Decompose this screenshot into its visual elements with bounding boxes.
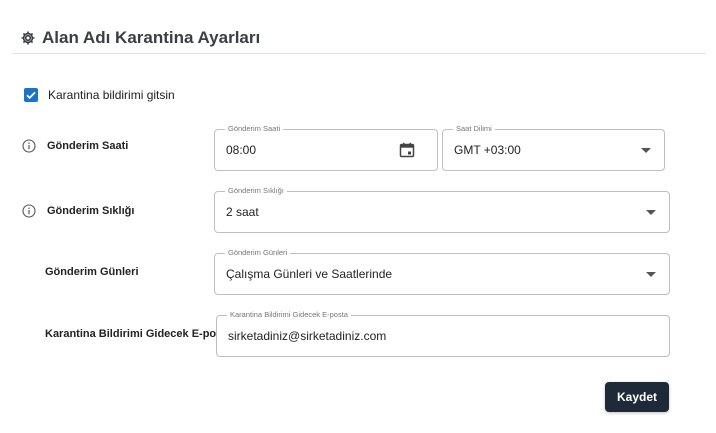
send-time-legend: Gönderim Saati: [225, 124, 284, 134]
quarantine-notify-label: Karantina bildirimi gitsin: [48, 88, 175, 102]
dropdown-arrow-icon: [646, 272, 656, 277]
email-legend: Karantina Bildirimi Gidecek E-posta: [227, 310, 351, 320]
quarantine-notify-row: Karantina bildirimi gitsin: [24, 88, 175, 102]
checkmark-icon: [26, 91, 36, 100]
email-input[interactable]: Karantina Bildirimi Gidecek E-posta sirk…: [216, 310, 670, 357]
page-header: Alan Adı Karantina Ayarları: [20, 26, 260, 50]
header-divider: [12, 53, 706, 54]
send-days-label: Gönderim Günleri: [45, 266, 139, 278]
send-time-info-icon[interactable]: [22, 139, 36, 153]
send-days-legend: Gönderim Günleri: [225, 248, 291, 258]
send-time-value: 08:00: [226, 143, 257, 157]
send-days-value: Çalışma Günleri ve Saatlerinde: [226, 267, 393, 281]
send-time-label: Gönderim Saati: [47, 140, 129, 152]
email-label: Karantina Bildirimi Gidecek E-posta: [45, 328, 233, 340]
calendar-icon[interactable]: [399, 142, 415, 158]
settings-gear-icon: [20, 30, 36, 46]
send-days-select[interactable]: Gönderim Günleri Çalışma Günleri ve Saat…: [214, 248, 670, 295]
quarantine-notify-checkbox[interactable]: [24, 88, 38, 102]
dropdown-arrow-icon: [646, 210, 656, 215]
frequency-value: 2 saat: [226, 205, 259, 219]
send-time-input[interactable]: Gönderim Saati 08:00: [214, 124, 438, 171]
email-value: sirketadiniz@sirketadiniz.com: [228, 329, 387, 343]
dropdown-arrow-icon: [641, 148, 651, 153]
page-title: Alan Adı Karantina Ayarları: [42, 28, 261, 47]
timezone-legend: Saat Dilimi: [453, 124, 495, 134]
frequency-select[interactable]: Gönderim Sıklığı 2 saat: [214, 186, 670, 233]
frequency-legend: Gönderim Sıklığı: [225, 186, 287, 196]
timezone-value: GMT +03:00: [454, 143, 521, 157]
timezone-select[interactable]: Saat Dilimi GMT +03:00: [442, 124, 665, 171]
frequency-label: Gönderim Sıklığı: [47, 205, 135, 217]
frequency-info-icon[interactable]: [22, 204, 36, 218]
save-button[interactable]: Kaydet: [605, 382, 669, 412]
